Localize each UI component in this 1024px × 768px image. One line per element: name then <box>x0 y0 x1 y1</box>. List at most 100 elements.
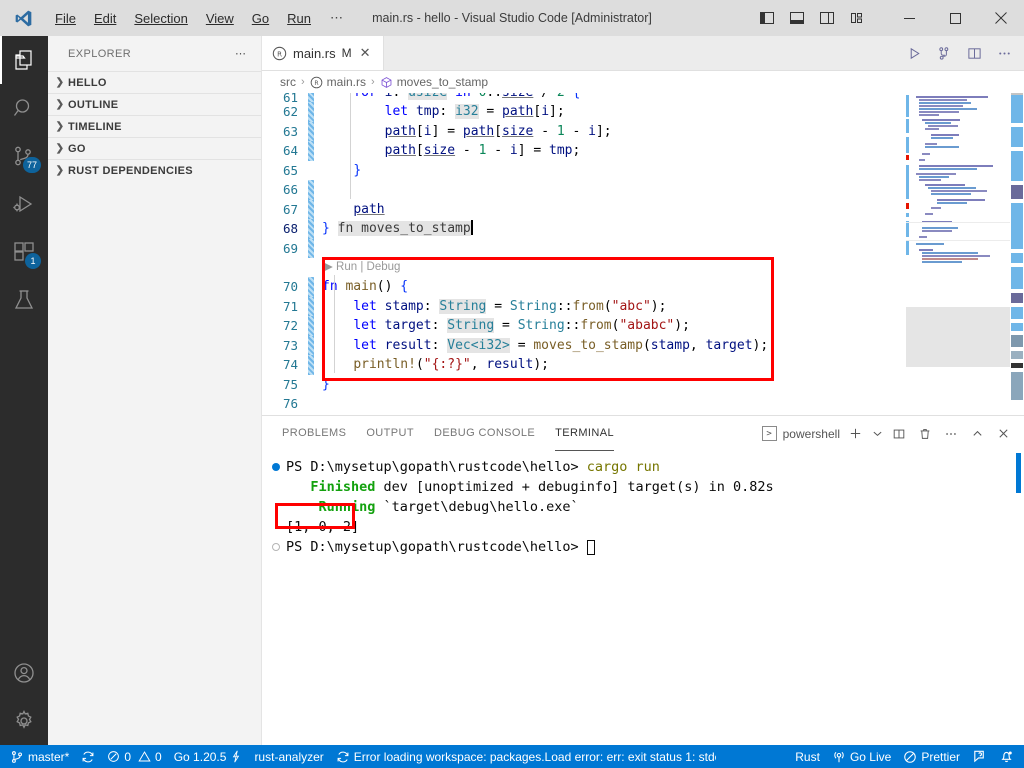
breadcrumb-item-src[interactable]: src <box>280 75 296 89</box>
activitybar-item-explorer[interactable] <box>0 36 48 84</box>
close-button[interactable] <box>978 0 1024 36</box>
terminal-scrollbar[interactable] <box>1016 453 1021 493</box>
status-language-mode[interactable]: Rust <box>789 745 826 768</box>
toggle-panel-icon[interactable] <box>782 3 812 33</box>
side-bar: EXPLORER ⋯ ❯ HELLO ❯ OUTLINE ❯ TIMELINE … <box>48 36 262 745</box>
activitybar-item-testing[interactable] <box>0 276 48 324</box>
terminal-marker-spacer <box>272 523 280 531</box>
terminal-line-2: Finished dev [unoptimized + debuginfo] t… <box>262 477 1024 497</box>
menu-selection[interactable]: Selection <box>125 0 196 36</box>
toggle-primary-sidebar-icon[interactable] <box>752 3 782 33</box>
status-sync[interactable] <box>75 745 101 768</box>
zap-icon <box>230 750 242 763</box>
status-notifications[interactable] <box>993 745 1020 768</box>
more-actions-button[interactable] <box>990 39 1018 67</box>
code-line-68-text: } fn moves_to_stamp <box>322 220 473 236</box>
menu-file-label: File <box>55 10 76 26</box>
status-go-live[interactable]: Go Live <box>826 745 897 768</box>
status-prettier[interactable]: Prettier <box>897 745 966 768</box>
terminal-selector[interactable]: > powershell <box>761 426 840 441</box>
sidebar-section-hello-label: HELLO <box>68 76 107 89</box>
activitybar-item-search[interactable] <box>0 84 48 132</box>
rust-file-icon: R <box>310 76 323 89</box>
status-branch-label: master* <box>28 749 70 764</box>
menu-file[interactable]: File <box>46 0 85 36</box>
breadcrumb-item-moves-to-stamp[interactable]: moves_to_stamp <box>380 75 488 89</box>
breadcrumb-item-main-rs[interactable]: R main.rs <box>310 75 366 89</box>
activitybar-item-accounts[interactable] <box>0 649 48 697</box>
status-workspace-error[interactable]: Error loading workspace: packages.Load e… <box>330 745 722 768</box>
menu-more-button[interactable]: ⋯ <box>320 0 354 36</box>
minimap-slider[interactable] <box>906 307 1010 367</box>
sync-icon <box>81 750 95 764</box>
run-code-button[interactable] <box>900 39 928 67</box>
editor-overview-ruler[interactable] <box>1010 93 1024 415</box>
maximize-panel-button[interactable] <box>966 423 988 445</box>
activitybar-item-manage[interactable] <box>0 697 48 745</box>
split-terminal-button[interactable] <box>888 423 910 445</box>
sidebar-header: EXPLORER ⋯ <box>48 36 261 71</box>
toggle-secondary-sidebar-icon[interactable] <box>812 3 842 33</box>
menu-go[interactable]: Go <box>243 0 278 36</box>
kill-terminal-button[interactable] <box>914 423 936 445</box>
editor-tab-close-button[interactable]: ✕ <box>358 45 373 61</box>
sidebar-section-outline[interactable]: ❯ OUTLINE <box>48 93 261 115</box>
panel-more-actions-button[interactable] <box>940 423 962 445</box>
code-line-74-text: println!("{:?}", result); <box>353 357 550 372</box>
sidebar-section-timeline[interactable]: ❯ TIMELINE <box>48 115 261 137</box>
run-debug-icon <box>12 192 36 216</box>
sidebar-section-rust-dependencies[interactable]: ❯ RUST DEPENDENCIES <box>48 159 261 181</box>
terminal-dropdown-button[interactable] <box>870 423 884 445</box>
chevron-right-icon: › <box>301 76 305 88</box>
panel-tab-problems[interactable]: PROBLEMS <box>282 416 346 451</box>
editor-tab-main-rs[interactable]: R main.rs M ✕ <box>262 36 384 70</box>
status-warning-count: 0 <box>155 749 162 764</box>
editor-group: R main.rs M ✕ src › R main.rs › moves_to… <box>262 36 1024 745</box>
close-panel-button[interactable] <box>992 423 1014 445</box>
terminal-name-label: powershell <box>782 426 840 441</box>
status-branch[interactable]: master* <box>4 745 75 768</box>
status-rust-analyzer[interactable]: rust-analyzer <box>248 745 329 768</box>
terminal-line-5: PS D:\mysetup\gopath\rustcode\hello> <box>262 537 1024 557</box>
line-number: 64 <box>282 143 298 158</box>
terminal-line-3: Running `target\debug\hello.exe` <box>262 497 1024 517</box>
sidebar-section-timeline-label: TIMELINE <box>68 120 122 133</box>
customize-layout-icon[interactable] <box>842 3 872 33</box>
menu-view[interactable]: View <box>197 0 243 36</box>
terminal-command: cargo run <box>586 459 660 475</box>
sidebar-more-actions-button[interactable]: ⋯ <box>229 47 253 60</box>
files-icon <box>12 48 36 72</box>
new-terminal-button[interactable] <box>844 423 866 445</box>
code-line-72-text: let target: String = String::from("ababc… <box>353 318 690 333</box>
panel-tab-terminal[interactable]: TERMINAL <box>555 416 614 451</box>
activity-bar: 77 1 <box>0 36 48 745</box>
activitybar-item-source-control[interactable]: 77 <box>0 132 48 180</box>
status-rust-analyzer-label: rust-analyzer <box>254 749 324 764</box>
rust-analyzer-button[interactable] <box>930 39 958 67</box>
terminal-status-running: Running <box>286 499 376 515</box>
terminal-output[interactable]: PS D:\mysetup\gopath\rustcode\hello> car… <box>262 451 1024 745</box>
indent-guide <box>334 275 335 373</box>
split-editor-button[interactable] <box>960 39 988 67</box>
status-problems[interactable]: 0 0 <box>101 745 167 768</box>
maximize-button[interactable] <box>932 0 978 36</box>
menu-edit[interactable]: Edit <box>85 0 125 36</box>
minimize-button[interactable] <box>886 0 932 36</box>
activitybar-item-extensions[interactable]: 1 <box>0 228 48 276</box>
panel-tab-output[interactable]: OUTPUT <box>366 416 414 451</box>
vscode-window: File Edit Selection View Go Run ⋯ main.r… <box>0 0 1024 768</box>
status-go-version-label: Go 1.20.5 <box>173 749 227 764</box>
status-go-version[interactable]: Go 1.20.5 <box>168 745 249 768</box>
menu-run[interactable]: Run <box>278 0 320 36</box>
code-line-71-text: let stamp: String = String::from("abc"); <box>353 298 667 314</box>
editor-tab-dirty-indicator: M <box>341 46 352 60</box>
sidebar-section-hello[interactable]: ❯ HELLO <box>48 71 261 93</box>
status-feedback[interactable] <box>966 745 993 768</box>
command-success-marker <box>272 463 280 471</box>
panel-tab-debug-console[interactable]: DEBUG CONSOLE <box>434 416 535 451</box>
activitybar-item-run-and-debug[interactable] <box>0 180 48 228</box>
sidebar-section-go[interactable]: ❯ GO <box>48 137 261 159</box>
minimap[interactable] <box>906 93 1010 415</box>
terminal-line-4: [1, 0, 2] <box>262 517 1024 537</box>
code-editor[interactable]: 61 for i: usize in 0..size / 2 { 62 let … <box>262 93 1024 415</box>
